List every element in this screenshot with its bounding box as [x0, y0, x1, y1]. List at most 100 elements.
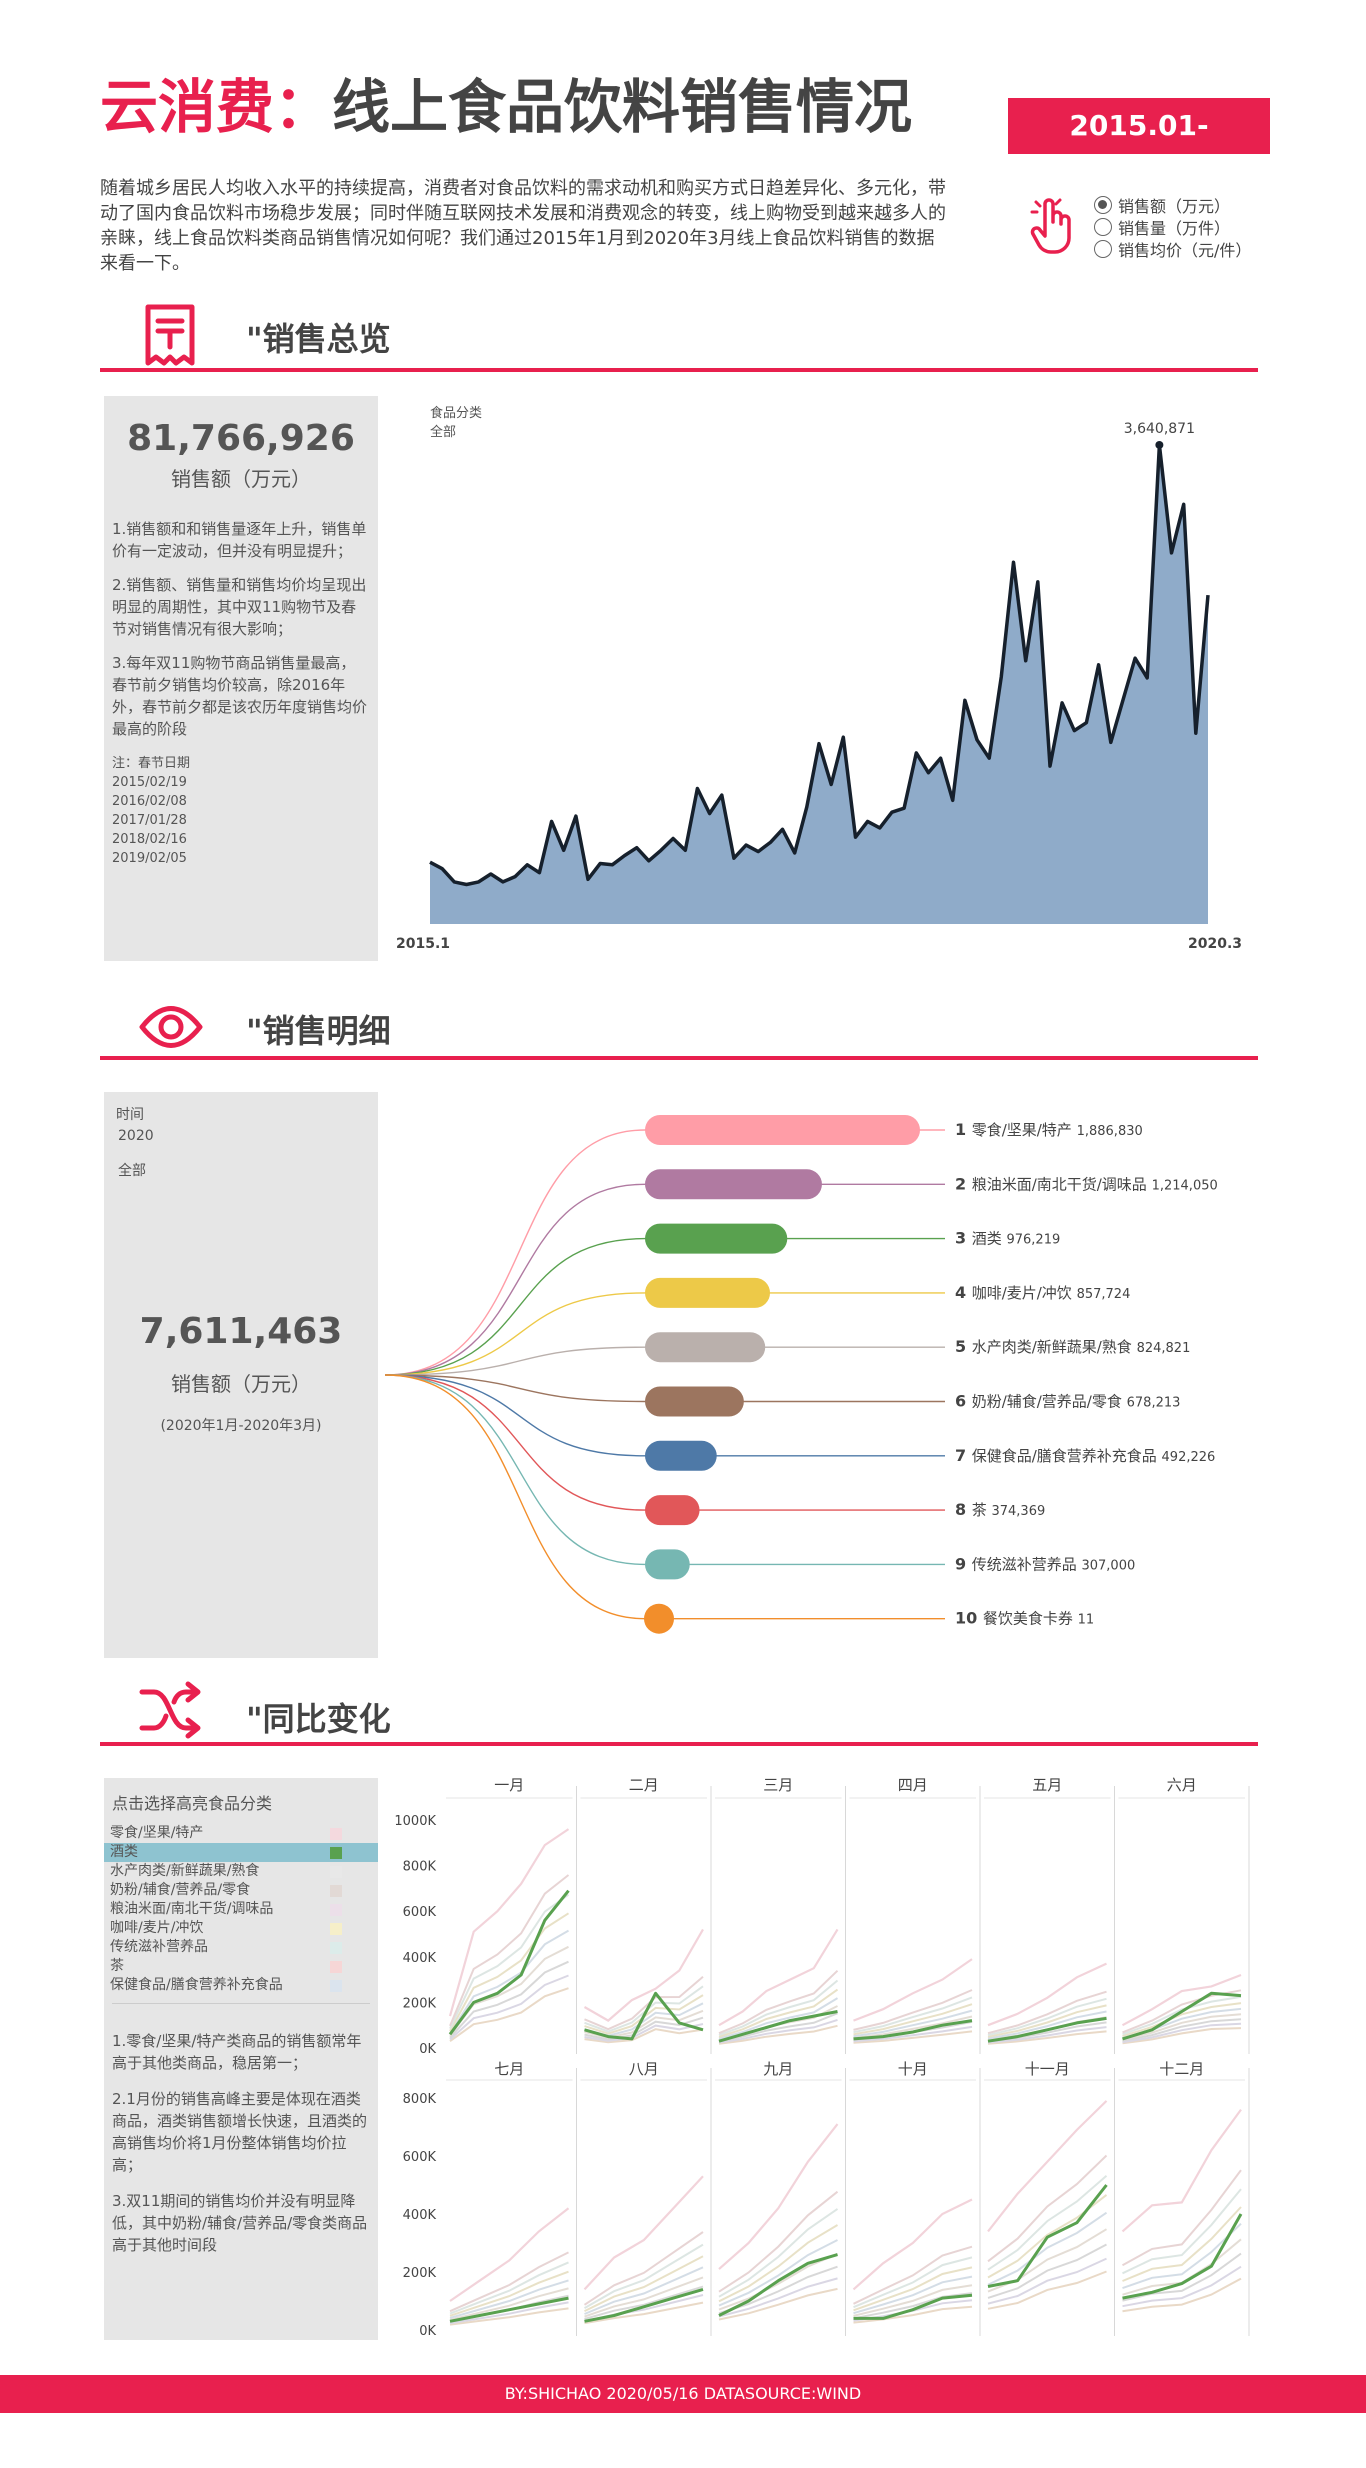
measure-radio-avg-price[interactable]: 销售均价（元/件） — [1094, 238, 1251, 260]
faded-series-line — [987, 2175, 1108, 2271]
detail-summary-panel: 时间 2020 全部 7,611,463 销售额（万元） (2020年1月-20… — [104, 1092, 378, 1658]
legend-item[interactable]: 保健食品/膳食营养补充食品 — [104, 1976, 378, 1995]
category-name: 咖啡/麦片/冲饮 — [972, 1284, 1077, 1302]
radio-selected-icon — [1094, 196, 1112, 214]
legend-item[interactable]: 咖啡/麦片/冲饮 — [104, 1919, 378, 1938]
category-value: 492,226 — [1162, 1450, 1216, 1465]
legend-item-label: 传统滋补营养品 — [110, 1939, 208, 1955]
spring-festival-date: 2015/02/19 — [112, 775, 187, 790]
category-rank: 2 — [955, 1174, 972, 1193]
measure-radio-label: 销售额（万元） — [1118, 197, 1231, 216]
measure-radio-group: 销售额（万元） 销售量（万件） 销售均价（元/件） — [1094, 194, 1251, 260]
page-title-prefix: 云消费： — [100, 73, 333, 141]
legend-item-label: 零食/坚果/特产 — [110, 1825, 204, 1841]
legend-item[interactable]: 酒类 — [104, 1843, 378, 1862]
legend-title: 点击选择高亮食品分类 — [112, 1794, 273, 1813]
legend-item[interactable]: 粮油米面/南北干货/调味品 — [104, 1900, 378, 1919]
time-filter-label: 时间 — [116, 1107, 144, 1123]
receipt-icon — [140, 303, 200, 367]
category-value: 307,000 — [1081, 1558, 1135, 1573]
measure-radio-volume[interactable]: 销售量（万件） — [1094, 216, 1251, 238]
category-label: 1 零食/坚果/特产 1,886,830 — [955, 1120, 1143, 1139]
category-label: 2 粮油米面/南北干货/调味品 1,214,050 — [955, 1174, 1218, 1193]
category-rank: 10 — [955, 1609, 983, 1628]
category-name: 保健食品/膳食营养补充食品 — [972, 1447, 1162, 1465]
legend-item[interactable]: 奶粉/辅食/营养品/零食 — [104, 1881, 378, 1900]
category-value: 1,886,830 — [1077, 1124, 1143, 1139]
y-tick-label: 0K — [419, 2324, 436, 2339]
category-rank: 8 — [955, 1500, 972, 1519]
panel-month-label: 四月 — [898, 1776, 928, 1794]
category-name: 零食/坚果/特产 — [972, 1121, 1077, 1139]
category-label: 5 水产肉类/新鲜蔬果/熟食 824,821 — [955, 1337, 1190, 1356]
legend-item[interactable]: 传统滋补营养品 — [104, 1938, 378, 1957]
legend-item-label: 奶粉/辅食/营养品/零食 — [110, 1882, 251, 1898]
category-value: 374,369 — [991, 1504, 1045, 1519]
category-bar — [645, 1223, 788, 1254]
yoy-note-2: 2.1月份的销售高峰主要是体现在酒类商品，酒类销售额增长快速，且酒类的高销售均价… — [112, 2090, 368, 2174]
panel-month-label: 二月 — [629, 1776, 659, 1794]
category-value: 11 — [1078, 1613, 1095, 1628]
category-bar — [645, 1440, 717, 1471]
section-divider — [100, 1056, 1258, 1060]
legend-item-label: 粮油米面/南北干货/调味品 — [110, 1901, 274, 1917]
legend-item-label: 咖啡/麦片/冲饮 — [110, 1920, 204, 1936]
spring-festival-title: 注：春节日期 — [112, 756, 191, 771]
panel-month-label: 九月 — [763, 2060, 793, 2078]
section-divider — [100, 368, 1258, 372]
area-x-end-label: 2020.3 — [1188, 936, 1243, 952]
legend-item[interactable]: 茶 — [104, 1957, 378, 1976]
yoy-legend-panel: 点击选择高亮食品分类 零食/坚果/特产 酒类水产肉类/新鲜蔬果/熟食 奶粉/辅食/营… — [104, 1778, 378, 2340]
top-category-line — [853, 1958, 973, 2022]
spring-festival-date: 2018/02/16 — [112, 832, 187, 847]
measure-radio-label: 销售量（万件） — [1118, 219, 1231, 238]
date-range-badge: 2015.01-2020.03 — [1008, 98, 1270, 198]
category-rank: 6 — [955, 1392, 972, 1411]
section-title-overview: "销售总览 — [246, 320, 391, 358]
faded-series-line — [449, 1987, 569, 2043]
category-name: 水产肉类/新鲜蔬果/熟食 — [972, 1338, 1137, 1356]
time-filter-value[interactable]: 2020 — [118, 1127, 378, 1146]
category-bar — [644, 1603, 674, 1634]
measure-radio-sales[interactable]: 销售额（万元） — [1094, 194, 1251, 216]
overview-total-label: 销售额（万元） — [171, 467, 311, 491]
highlight-series-line — [448, 1889, 570, 2036]
y-tick-label: 600K — [403, 1905, 437, 1920]
category-name: 传统滋补营养品 — [972, 1555, 1082, 1573]
faded-series-line — [853, 2256, 973, 2309]
area-x-start-label: 2015.1 — [396, 936, 451, 952]
category-label: 4 咖啡/麦片/冲饮 857,724 — [955, 1283, 1130, 1302]
legend-item-label: 酒类 — [110, 1844, 138, 1860]
legend-item-label: 保健食品/膳食营养补充食品 — [110, 1977, 283, 1993]
detail-period: (2020年1月-2020年3月) — [160, 1418, 322, 1434]
category-bar — [645, 1169, 822, 1200]
category-bar — [645, 1386, 744, 1417]
top-category-line — [987, 2100, 1108, 2233]
legend-swatch — [330, 1942, 342, 1954]
legend-swatch — [330, 1885, 342, 1897]
top-category-line — [1121, 2108, 1242, 2233]
pointer-hand-icon — [1030, 196, 1074, 256]
legend-item[interactable]: 零食/坚果/特产 — [104, 1824, 378, 1843]
eye-icon — [138, 994, 204, 1060]
category-rank: 1 — [955, 1120, 972, 1139]
category-rank: 5 — [955, 1337, 972, 1356]
faded-series-line — [987, 2257, 1107, 2305]
legend-swatch — [330, 1847, 342, 1859]
detail-total-value: 7,611,463 — [139, 1311, 343, 1352]
legend-item[interactable]: 水产肉类/新鲜蔬果/熟食 — [104, 1862, 378, 1881]
legend-swatch — [330, 1828, 342, 1840]
panel-month-label: 十一月 — [1025, 2060, 1070, 2078]
legend-item-label: 水产肉类/新鲜蔬果/熟食 — [110, 1863, 260, 1879]
scope-filter-value[interactable]: 全部 — [118, 1162, 378, 1181]
spring-festival-date: 2017/01/28 — [112, 813, 187, 828]
section-title-detail: "销售明细 — [246, 1012, 391, 1050]
y-tick-label: 800K — [403, 1860, 437, 1875]
page-title-main: 线上食品饮料销售情况 — [332, 73, 913, 141]
category-label: 7 保健食品/膳食营养补充食品 492,226 — [955, 1446, 1215, 1465]
category-label: 10 餐饮美食卡券 11 — [955, 1609, 1094, 1628]
panel-month-label: 十月 — [898, 2060, 928, 2078]
sales-area-chart: 3,640,871 — [429, 421, 1210, 924]
y-tick-label: 400K — [403, 1951, 437, 1966]
panel-month-label: 三月 — [763, 1776, 793, 1794]
